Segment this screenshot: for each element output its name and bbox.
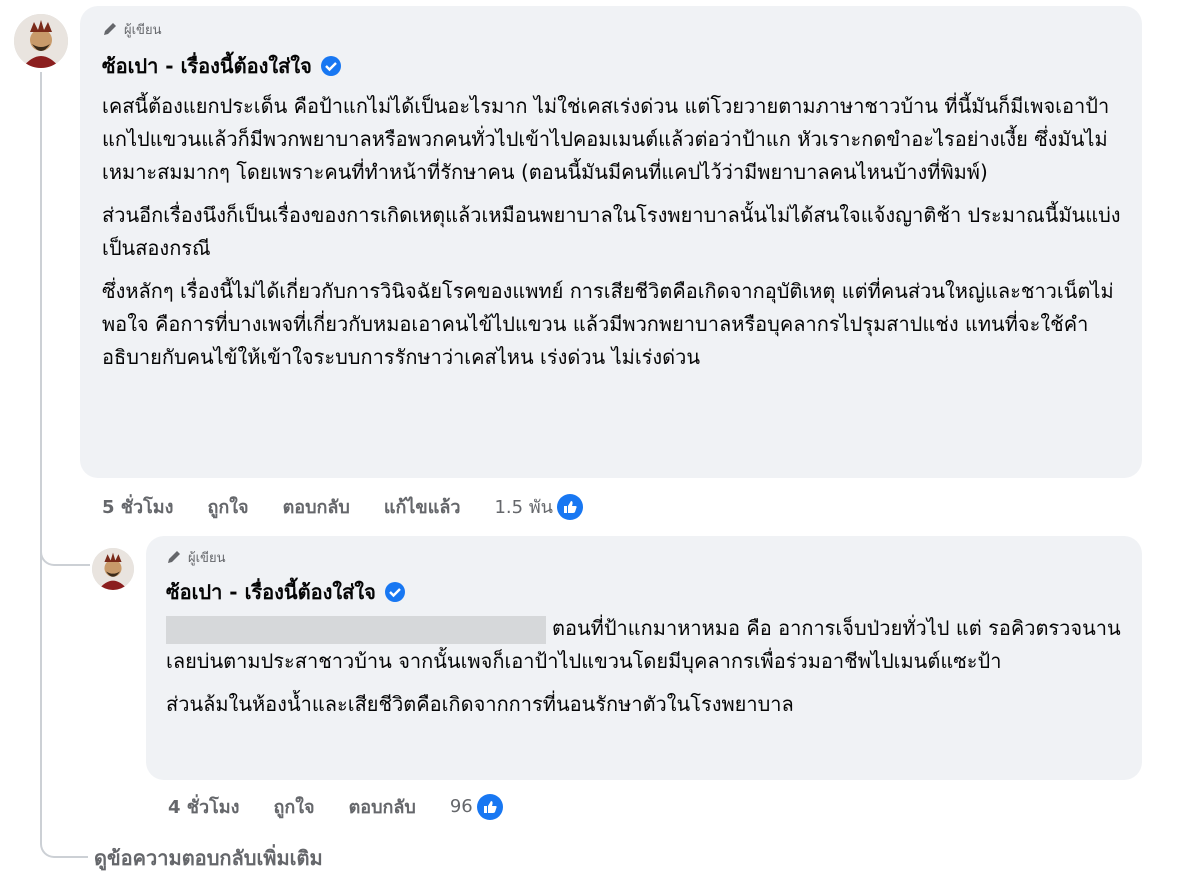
pencil-icon: [104, 23, 116, 35]
reaction-count: 1.5 พัน: [494, 497, 553, 518]
thread-line-main: [40, 72, 42, 842]
edited-label[interactable]: แก้ไขแล้ว: [384, 492, 461, 521]
comment-bubble: ผู้เขียน ซ้อเปา - เรื่องนี้ต้องใส่ใจ เคส…: [80, 6, 1142, 478]
like-reaction-icon: [557, 493, 583, 520]
comment-author[interactable]: ซ้อเปา - เรื่องนี้ต้องใส่ใจ: [102, 50, 312, 82]
like-button[interactable]: ถูกใจ: [207, 492, 248, 521]
reply-like-button[interactable]: ถูกใจ: [273, 792, 314, 821]
thread-line-curve: [40, 840, 88, 858]
reply-bubble: ผู้เขียน ซ้อเปา - เรื่องนี้ต้องใส่ใจ ตอน…: [146, 536, 1142, 780]
reply-badge-label: ผู้เขียน: [188, 550, 226, 566]
author-badge-label: ผู้เขียน: [124, 22, 162, 38]
reply-author-badge: ผู้เขียน: [166, 548, 1124, 566]
reply-button[interactable]: ตอบกลับ: [283, 492, 350, 521]
reply-actions: 4 ชั่วโมง ถูกใจ ตอบกลับ 96: [168, 792, 537, 821]
reply-paragraph-1-start: ตอนที่ป้าแกมาหาหมอ คือ อาการเจ็บป่วยทั่ว…: [552, 616, 982, 640]
comment-actions: 5 ชั่วโมง ถูกใจ ตอบกลับ แก้ไขแล้ว 1.5 พั…: [102, 492, 617, 521]
comment-paragraph-3: ซึ่งหลักๆ เรื่องนี้ไม่ได้เกี่ยวกับการวิน…: [102, 279, 1114, 369]
reply-time[interactable]: 4 ชั่วโมง: [168, 792, 239, 821]
reply-paragraph-2: ส่วนล้มในห้องน้ำและเสียชีวิตคือเกิดจากกา…: [166, 692, 794, 716]
verified-icon: [320, 56, 341, 76]
reply-avatar[interactable]: [92, 548, 134, 590]
reply-reaction-count: 96: [449, 796, 473, 817]
author-badge: ผู้เขียน: [102, 20, 1122, 38]
avatar[interactable]: [14, 14, 68, 68]
reply-reply-button[interactable]: ตอบกลับ: [349, 792, 416, 821]
comment-paragraph-1: เคสนี้ต้องแยกประเด็น คือป้าแกไม่ได้เป็นอ…: [102, 94, 1110, 184]
verified-icon: [384, 582, 405, 602]
comment-paragraph-2: ส่วนอีกเรื่องนึงก็เป็นเรื่องของการเกิดเห…: [102, 203, 1121, 260]
comment-time[interactable]: 5 ชั่วโมง: [102, 492, 173, 521]
thread-line-reply: [40, 548, 90, 566]
view-more-replies-link[interactable]: ดูข้อความตอบกลับเพิ่มเติม: [94, 842, 323, 874]
reply-reaction-summary[interactable]: 96: [449, 793, 537, 820]
pencil-icon: [168, 551, 180, 563]
reply-author[interactable]: ซ้อเปา - เรื่องนี้ต้องใส่ใจ: [166, 576, 376, 608]
reply-avatar-image: [92, 548, 134, 590]
reply-paragraph-1: ตอนที่ป้าแกมาหาหมอ คือ อาการเจ็บป่วยทั่ว…: [166, 612, 1122, 678]
reaction-summary[interactable]: 1.5 พัน: [494, 492, 617, 521]
avatar-image: [14, 14, 68, 68]
redacted-mention: [166, 615, 546, 644]
like-reaction-icon: [476, 793, 503, 820]
